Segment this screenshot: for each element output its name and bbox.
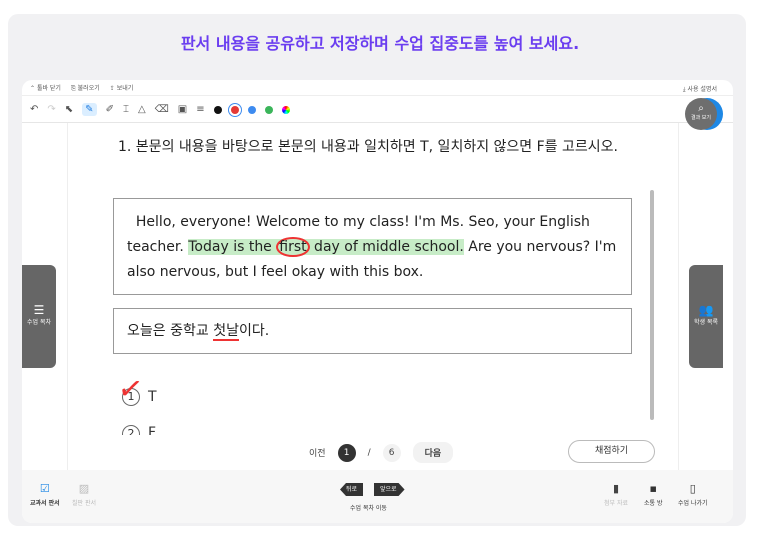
color-red[interactable]: [230, 105, 239, 114]
manual-label: 사용 설명서: [687, 86, 717, 93]
question-text: 1. 본문의 내용을 바탕으로 본문의 내용과 일치하면 T, 일치하지 않으면…: [118, 139, 618, 155]
attachment-label: 첨부 자료: [604, 500, 628, 507]
attachment-button[interactable]: ▮ 첨부 자료: [604, 482, 628, 507]
board-icon: ▨: [78, 482, 90, 495]
color-rainbow[interactable]: [281, 105, 290, 114]
highlight: Today is the first day of middle school.: [188, 237, 464, 257]
close-toolbar-label: 툴바 닫기: [36, 85, 61, 92]
chat-button[interactable]: ▪ 소통 방: [644, 482, 662, 507]
toc-label: 수업 목차: [27, 319, 51, 326]
textbook-board-button[interactable]: ☑ 교과서 판서: [30, 482, 60, 507]
chat-icon: ▪: [649, 482, 657, 495]
eraser-icon[interactable]: ⌫: [155, 104, 169, 115]
blackboard-button[interactable]: ▨ 칠판 판서: [72, 482, 96, 507]
circled-word: first: [276, 237, 310, 257]
next-button[interactable]: 다음: [412, 442, 454, 463]
forward-button[interactable]: 앞으로: [374, 483, 405, 496]
student-list-label: 학생 목록: [694, 319, 718, 326]
student-list-tab[interactable]: 👥 학생 목록: [689, 265, 723, 368]
close-toolbar-button[interactable]: ⌃ 툴바 닫기: [30, 83, 61, 92]
highlighter-icon[interactable]: ✐: [106, 104, 114, 115]
send-button[interactable]: ⇪ 보내기: [110, 83, 134, 92]
chat-label: 소통 방: [644, 500, 663, 507]
statement-text: 이다.: [238, 323, 270, 339]
text-icon[interactable]: ⌶: [123, 104, 129, 115]
scrollbar[interactable]: [650, 190, 654, 420]
exit-button[interactable]: ▯ 수업 나가기: [678, 482, 708, 507]
blackboard-label: 칠판 판서: [72, 500, 96, 507]
people-icon: 👥: [698, 303, 714, 317]
door-icon: ▯: [689, 482, 696, 495]
color-black[interactable]: [213, 105, 222, 114]
prev-button[interactable]: 이전: [309, 446, 326, 459]
textbook-label: 교과서 판서: [30, 500, 60, 507]
statement-text: 오늘은 중학교: [127, 323, 214, 339]
line-weight-icon[interactable]: ≡: [196, 104, 204, 115]
exit-label: 수업 나가기: [678, 500, 708, 507]
back-button[interactable]: 뒤로: [340, 483, 364, 496]
passage-box: Hello, everyone! Welcome to my class! I'…: [113, 198, 632, 295]
grade-button[interactable]: 채점하기: [568, 440, 655, 463]
option-label: F: [148, 425, 157, 435]
toc-tab[interactable]: ☰ 수업 목차: [22, 265, 56, 368]
list-icon: ☰: [33, 303, 45, 317]
option-number: 2: [122, 425, 140, 435]
color-blue[interactable]: [247, 105, 256, 114]
result-label: 결과 보기: [691, 115, 711, 121]
shapes-icon[interactable]: △: [138, 104, 146, 115]
app-window: ⌃ 툴바 닫기 ⎘ 불러오기 ⇪ 보내기 ⤓ 사용 설명서 ↶ ↷ ⬉ ✎ ✐ …: [22, 80, 733, 523]
current-page: 1: [337, 443, 356, 462]
load-label: 불러오기: [77, 84, 100, 92]
statement-box: 오늘은 중학교 첫날이다.: [113, 308, 632, 354]
headline: 판서 내용을 공유하고 저장하며 수업 집중도를 높여 보세요.: [180, 34, 580, 53]
search-icon: ⌕: [698, 103, 704, 114]
highlight-text: day of middle school.: [309, 239, 464, 255]
pagination: 이전 1 / 6 다음: [309, 442, 454, 463]
manual-button[interactable]: ⤓ 사용 설명서: [683, 84, 717, 94]
color-green[interactable]: [264, 105, 273, 114]
total-pages: 6: [382, 443, 401, 462]
send-label: 보내기: [116, 85, 134, 92]
option-label: T: [148, 389, 157, 405]
checkbox-icon: ☑: [39, 482, 50, 495]
bottom-bar: ☑ 교과서 판서 ▨ 칠판 판서 뒤로 앞으로 수업 목차 이동 ▮ 첨부 자료 ▪ 소…: [22, 470, 733, 523]
undo-icon[interactable]: ↶: [30, 104, 38, 115]
right-panel: 👥 학생 목록: [678, 123, 733, 470]
select-icon[interactable]: ⬉: [65, 104, 73, 115]
load-button[interactable]: ⎘ 불러오기: [71, 83, 100, 93]
paperclip-icon: ▮: [612, 482, 620, 495]
image-icon[interactable]: ▣: [178, 104, 187, 115]
redo-icon[interactable]: ↷: [47, 104, 55, 115]
drawing-toolbar: ↶ ↷ ⬉ ✎ ✐ ⌶ △ ⌫ ▣ ≡: [22, 97, 733, 123]
underlined-word: 첫날: [213, 323, 239, 341]
checkmark-annotation: ✓: [115, 370, 146, 409]
page-separator: /: [367, 447, 371, 458]
option-f[interactable]: 2F: [122, 425, 156, 435]
top-bar: ⌃ 툴바 닫기 ⎘ 불러오기 ⇪ 보내기 ⤓ 사용 설명서: [22, 80, 733, 96]
highlight-text: Today is the: [188, 239, 277, 255]
left-panel: ☰ 수업 목차: [22, 123, 68, 470]
toc-move-label: 수업 목차 이동: [350, 505, 387, 512]
pen-icon[interactable]: ✎: [82, 103, 97, 116]
